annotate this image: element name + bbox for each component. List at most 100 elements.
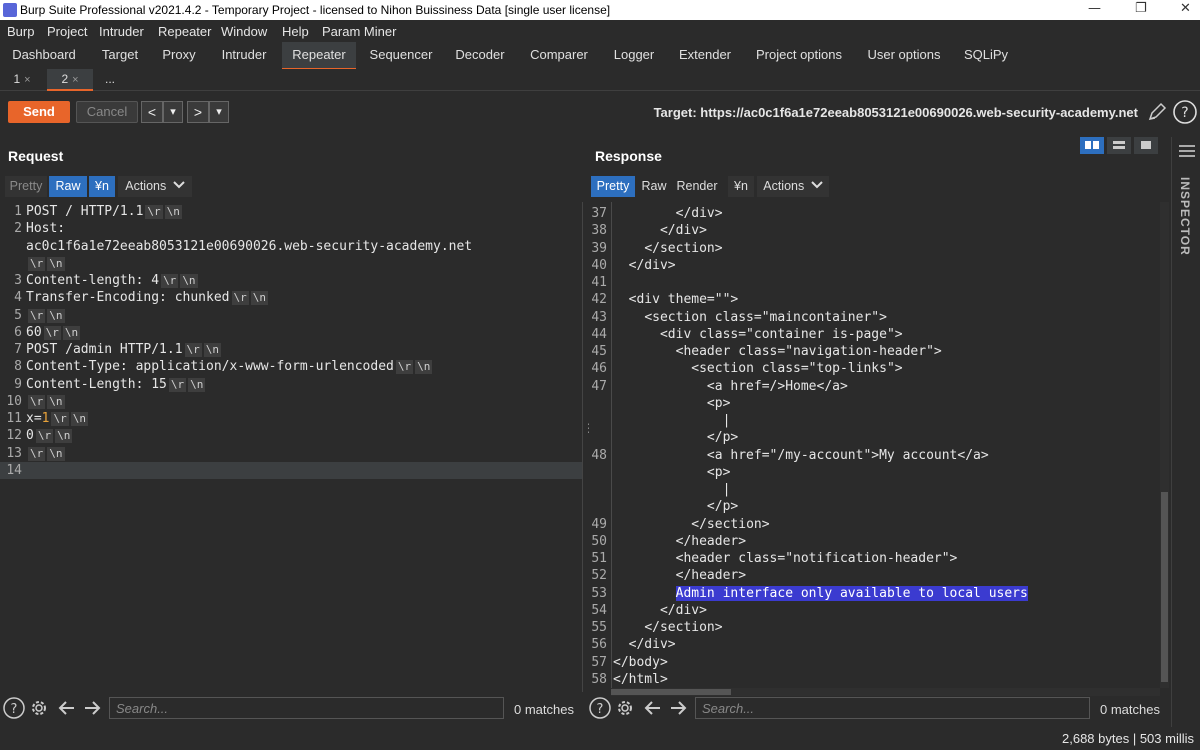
- send-button[interactable]: Send: [8, 101, 70, 123]
- response-line[interactable]: 44 <div class="container is-page">: [589, 326, 1159, 343]
- response-line[interactable]: 50 </header>: [589, 533, 1159, 550]
- response-editor[interactable]: 37 </div> 38 </div> 39 </section> 40 </div>…: [589, 202, 1159, 688]
- request-line[interactable]: 14: [0, 461, 582, 479]
- response-line[interactable]: 52 </header>: [589, 567, 1159, 584]
- menu-project[interactable]: Project: [47, 24, 87, 39]
- arrow-right-icon[interactable]: [667, 697, 689, 719]
- horizontal-scrollbar-track[interactable]: [611, 688, 1160, 696]
- inspector-panel[interactable]: INSPECTOR: [1171, 137, 1200, 727]
- response-line[interactable]: 47 <a href=/>Home</a>: [589, 378, 1159, 395]
- arrow-right-icon[interactable]: [81, 697, 103, 719]
- vertical-scrollbar-track[interactable]: [1160, 202, 1169, 688]
- response-line[interactable]: 49 </section>: [589, 516, 1159, 533]
- minimize-icon[interactable]: —: [1088, 1, 1101, 16]
- response-tab-raw[interactable]: Raw: [637, 176, 671, 197]
- close-icon[interactable]: ×: [24, 74, 30, 86]
- subtab-new[interactable]: ...: [98, 69, 122, 89]
- tab-dashboard[interactable]: Dashboard: [4, 42, 84, 68]
- response-line[interactable]: 57 </body>: [589, 654, 1159, 671]
- close-icon[interactable]: ×: [72, 74, 78, 86]
- response-line[interactable]: <p>: [589, 464, 1159, 481]
- request-line[interactable]: 8 Content-Type: application/x-www-form-ur…: [0, 358, 582, 375]
- request-line[interactable]: 10 \r \n: [0, 393, 582, 410]
- response-line[interactable]: 40 </div>: [589, 257, 1159, 274]
- response-tab-newline[interactable]: ¥n: [728, 176, 754, 197]
- request-line[interactable]: ac0c1f6a1e72eeab8053121e00690026.web-sec…: [0, 238, 582, 255]
- layout-side-by-side-button[interactable]: [1080, 137, 1104, 154]
- request-line[interactable]: 3 Content-length: 4 \r \n: [0, 272, 582, 289]
- response-line[interactable]: |: [589, 412, 1159, 429]
- request-line[interactable]: \r \n: [0, 255, 582, 272]
- request-line[interactable]: 13 \r \n: [0, 445, 582, 462]
- response-line[interactable]: 39 </section>: [589, 240, 1159, 257]
- tab-repeater[interactable]: Repeater: [282, 42, 356, 70]
- tab-target[interactable]: Target: [92, 42, 148, 68]
- response-line[interactable]: 58 </html>: [589, 671, 1159, 688]
- forward-history-button[interactable]: ▾: [209, 101, 229, 123]
- pencil-icon[interactable]: [1146, 101, 1168, 123]
- request-editor[interactable]: 1 POST / HTTP/1.1 \r \n 2 Host: ac0c1f6a1e72ee…: [0, 202, 582, 692]
- request-line[interactable]: 5 \r \n: [0, 307, 582, 324]
- menu-burp[interactable]: Burp: [7, 24, 34, 39]
- response-line[interactable]: <p>: [589, 395, 1159, 412]
- response-line[interactable]: |: [589, 481, 1159, 498]
- tab-decoder[interactable]: Decoder: [446, 42, 514, 68]
- response-line[interactable]: 37 </div>: [589, 205, 1159, 222]
- arrow-left-icon[interactable]: [642, 697, 664, 719]
- response-tab-pretty[interactable]: Pretty: [591, 176, 635, 197]
- response-tab-render[interactable]: Render: [673, 176, 721, 197]
- tab-project-options[interactable]: Project options: [748, 42, 850, 68]
- tab-proxy[interactable]: Proxy: [154, 42, 204, 68]
- response-line[interactable]: 54 </div>: [589, 602, 1159, 619]
- response-search-input[interactable]: Search...: [695, 697, 1090, 719]
- menu-help[interactable]: Help: [282, 24, 309, 39]
- response-actions-dropdown[interactable]: Actions: [757, 176, 829, 197]
- request-line[interactable]: 4 Transfer-Encoding: chunked \r \n: [0, 289, 582, 306]
- arrow-left-icon[interactable]: [56, 697, 78, 719]
- help-icon[interactable]: ?: [1172, 99, 1198, 125]
- back-button[interactable]: <: [141, 101, 163, 123]
- back-history-button[interactable]: ▾: [163, 101, 183, 123]
- help-icon[interactable]: ?: [589, 697, 611, 719]
- request-line[interactable]: 12 0 \r \n: [0, 427, 582, 444]
- response-line[interactable]: 55 </section>: [589, 619, 1159, 636]
- request-line[interactable]: 1 POST / HTTP/1.1 \r \n: [0, 203, 582, 220]
- close-icon[interactable]: ✕: [1180, 1, 1191, 16]
- layout-stacked-button[interactable]: [1107, 137, 1131, 154]
- request-line[interactable]: 11 x=1 \r \n: [0, 410, 582, 427]
- response-line[interactable]: 41: [589, 274, 1159, 291]
- menu-repeater[interactable]: Repeater: [158, 24, 211, 39]
- response-line[interactable]: 42 <div theme="">: [589, 291, 1159, 308]
- response-line[interactable]: 46 <section class="top-links">: [589, 360, 1159, 377]
- tab-comparer[interactable]: Comparer: [522, 42, 596, 68]
- response-line[interactable]: </p>: [589, 429, 1159, 446]
- tab-intruder[interactable]: Intruder: [212, 42, 276, 68]
- tab-user-options[interactable]: User options: [858, 42, 950, 68]
- response-line[interactable]: 53 Admin interface only available to loc…: [589, 585, 1159, 602]
- request-tab-raw[interactable]: Raw: [49, 176, 87, 197]
- tab-extender[interactable]: Extender: [670, 42, 740, 68]
- help-icon[interactable]: ?: [3, 697, 25, 719]
- response-line[interactable]: 56 </div>: [589, 636, 1159, 653]
- request-search-input[interactable]: Search...: [109, 697, 504, 719]
- maximize-icon[interactable]: ❐: [1135, 1, 1147, 16]
- response-line[interactable]: 43 <section class="maincontainer">: [589, 309, 1159, 326]
- request-line[interactable]: 6 60 \r \n: [0, 324, 582, 341]
- response-line[interactable]: 38 </div>: [589, 222, 1159, 239]
- tab-sqlipy[interactable]: SQLiPy: [956, 42, 1016, 68]
- gear-icon[interactable]: [28, 697, 50, 719]
- request-actions-dropdown[interactable]: Actions: [118, 176, 192, 197]
- tab-logger[interactable]: Logger: [604, 42, 664, 68]
- forward-button[interactable]: >: [187, 101, 209, 123]
- subtab-2[interactable]: 2 ×: [47, 69, 93, 91]
- vertical-scrollbar-thumb[interactable]: [1161, 492, 1168, 682]
- response-line[interactable]: 48 <a href="/my-account">My account</a>: [589, 447, 1159, 464]
- cancel-button[interactable]: Cancel: [76, 101, 138, 123]
- gear-icon[interactable]: [614, 697, 636, 719]
- request-line[interactable]: 7 POST /admin HTTP/1.1 \r \n: [0, 341, 582, 358]
- response-line[interactable]: 51 <header class="notification-header">: [589, 550, 1159, 567]
- request-tab-newline[interactable]: ¥n: [89, 176, 115, 197]
- request-tab-pretty[interactable]: Pretty: [5, 176, 47, 197]
- response-line[interactable]: </p>: [589, 498, 1159, 515]
- subtab-1[interactable]: 1 ×: [2, 69, 42, 89]
